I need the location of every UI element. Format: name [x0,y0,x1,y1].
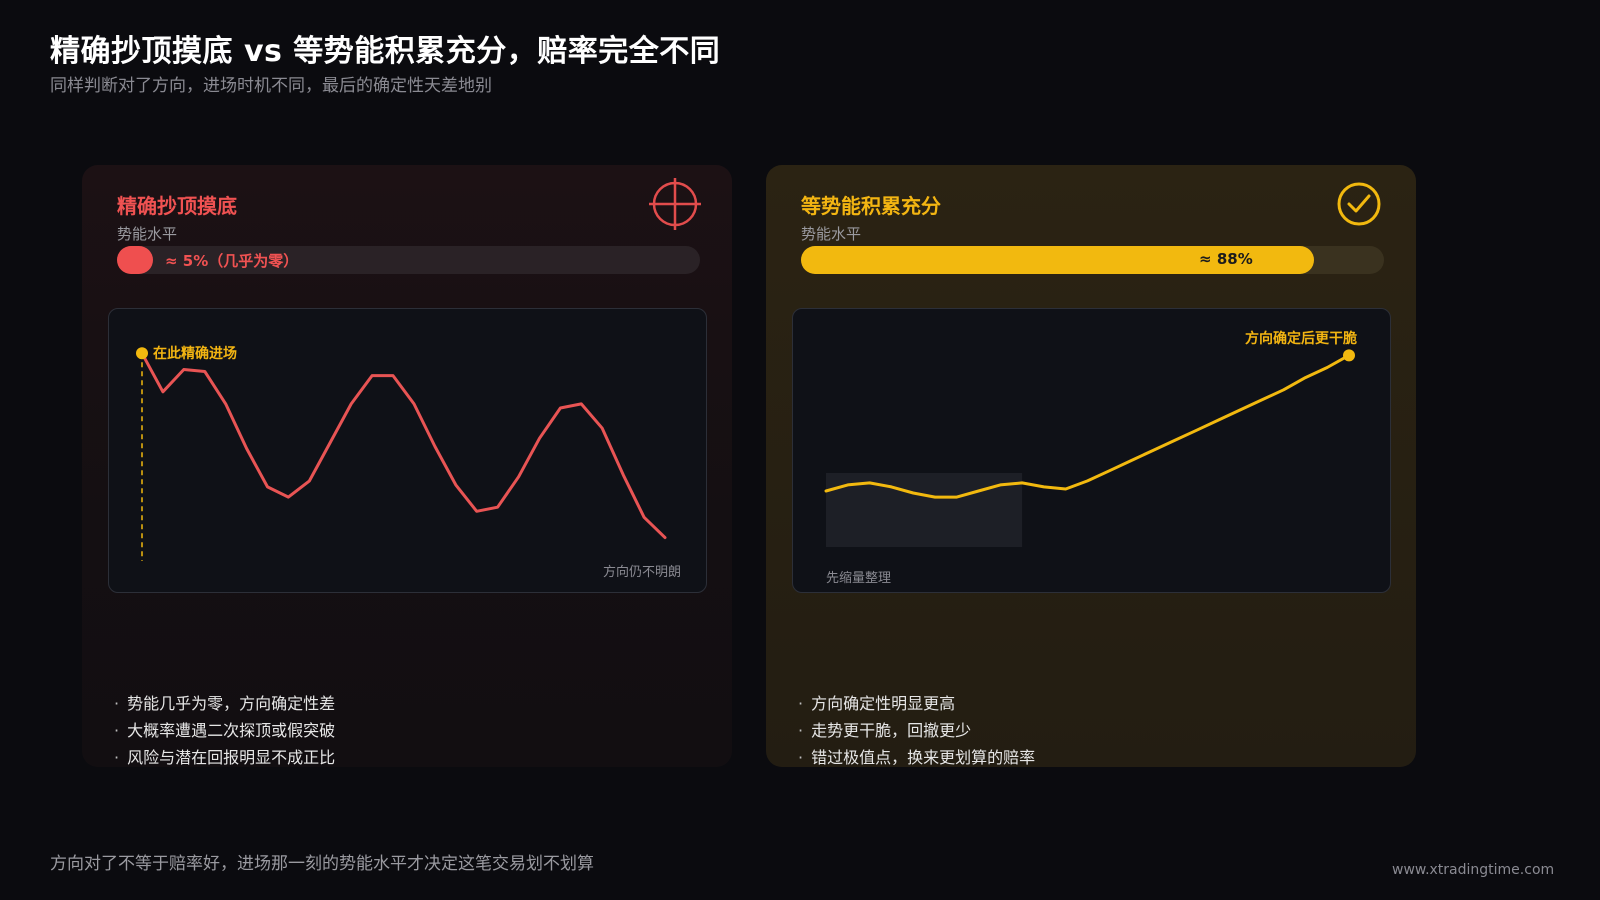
bullet-list: · 势能几乎为零，方向确定性差 · 大概率遭遇二次探顶或假突破 · 风险与潜在回报明显… [114,690,335,767]
marker-dot [136,347,148,360]
card-title: 精确抄顶摸底 [117,194,237,218]
energy-level-value: ≈ 5%（几乎为零） [165,252,299,270]
marker-dot [1343,349,1355,362]
check-circle-icon [1337,182,1381,226]
price-chart-svg [824,349,1355,547]
bullet-item: · 走势更干脆，回撤更少 [798,721,972,740]
crosshair-icon [649,178,701,230]
chart-note: 先缩量整理 [826,571,892,586]
energy-level-label: 势能水平 [117,225,178,243]
price-chart: 方向确定后更干脆 先缩量整理 [792,308,1391,593]
bullet-item: · 风险与潜在回报明显不成正比 [114,748,336,767]
precise-entry-card: 精确抄顶摸底 势能水平 ≈ 5%（几乎为零） 在此精确进场 方向仍不明朗 · 势能… [82,165,732,767]
bullet-item: · 大概率遭遇二次探顶或假突破 [114,721,336,740]
page-title: 精确抄顶摸底 vs 等势能积累充分，赔率完全不同 [50,34,721,69]
bullet-item: · 势能几乎为零，方向确定性差 [114,694,336,713]
energy-level-bar: ≈ 5%（几乎为零） [117,246,700,274]
energy-level-bar: ≈ 88% [801,246,1384,274]
chart-note: 方向仍不明朗 [602,565,681,580]
bullet-item: · 错过极值点，换来更划算的赔率 [798,748,1036,767]
entry-callout: 在此精确进场 [153,346,237,362]
bullet-item: · 方向确定性明显更高 [798,694,956,713]
page-subtitle: 同样判断对了方向，进场时机不同，最后的确定性天差地别 [50,76,492,96]
card-title: 等势能积累充分 [801,194,941,218]
breakout-callout: 方向确定后更干脆 [1245,331,1357,347]
site-url[interactable]: www.xtradingtime.com [1392,862,1554,878]
accumulated-energy-card: 等势能积累充分 势能水平 ≈ 88% 方向确定后更干脆 先缩量整理 · 方向确定性… [766,165,1416,767]
price-chart: 在此精确进场 方向仍不明朗 [108,308,707,593]
energy-level-value: ≈ 88% [1199,250,1253,268]
footer-note: 方向对了不等于赔率好，进场那一刻的势能水平才决定这笔交易划不划算 [50,854,594,874]
energy-level-fill [117,246,153,274]
energy-level-label: 势能水平 [801,225,862,243]
bullet-list: · 方向确定性明显更高 · 走势更干脆，回撤更少 · 错过极值点，换来更划算的赔率 [798,690,1035,767]
price-line [140,351,667,540]
